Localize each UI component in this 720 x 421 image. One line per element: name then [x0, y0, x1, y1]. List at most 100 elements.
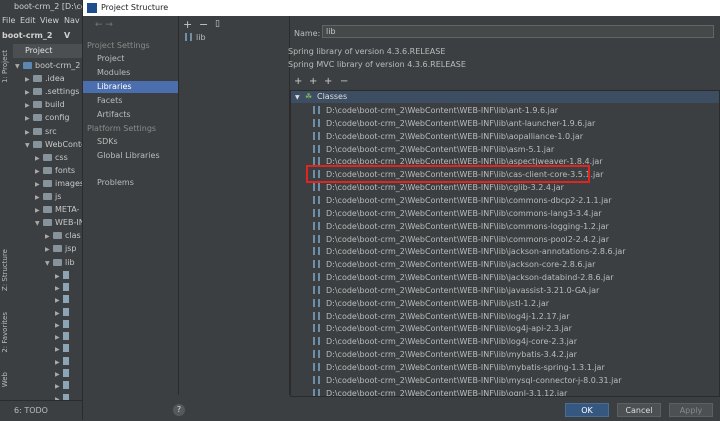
jar-row[interactable]: D:\code\boot-crm_2\WebContent\WEB-INF\li… [313, 388, 567, 396]
tree-item[interactable]: ▶ config [25, 113, 69, 125]
jar-row[interactable]: D:\code\boot-crm_2\WebContent\WEB-INF\li… [313, 298, 549, 311]
chevron-right-icon[interactable]: ▶ [55, 334, 63, 341]
copy-library-icon[interactable]: ▯ [215, 19, 220, 29]
tree-item[interactable]: ▶ src [25, 127, 57, 139]
help-button[interactable]: ? [173, 404, 185, 416]
jar-row[interactable]: D:\code\boot-crm_2\WebContent\WEB-INF\li… [313, 260, 595, 272]
chevron-right-icon[interactable]: ▶ [55, 359, 63, 366]
tree-item-jar[interactable]: ▶ [55, 381, 72, 393]
back-forward-arrows-icon[interactable]: ← → [95, 20, 113, 30]
chevron-right-icon[interactable]: ▶ [35, 168, 43, 175]
jar-row[interactable]: D:\code\boot-crm_2\WebContent\WEB-INF\li… [313, 106, 558, 118]
chevron-right-icon[interactable]: ▶ [25, 129, 33, 136]
jar-row[interactable]: D:\code\boot-crm_2\WebContent\WEB-INF\li… [313, 350, 577, 362]
chevron-down-icon[interactable]: ▼ [45, 260, 53, 267]
jar-row[interactable]: D:\code\boot-crm_2\WebContent\WEB-INF\li… [313, 311, 570, 324]
nav-item-facets[interactable]: Facets [83, 95, 178, 107]
chevron-right-icon[interactable]: ▶ [35, 194, 43, 201]
nav-item-modules[interactable]: Modules [83, 67, 178, 79]
tree-item[interactable]: ▶ css [35, 153, 68, 165]
breadcrumb-folder[interactable]: V [64, 31, 70, 40]
jar-row[interactable]: D:\code\boot-crm_2\WebContent\WEB-INF\li… [313, 363, 605, 375]
chevron-right-icon[interactable]: ▶ [55, 346, 63, 353]
tree-item-jar[interactable]: ▶ [55, 295, 72, 307]
chevron-down-icon[interactable]: ▼ [25, 142, 33, 149]
chevron-down-icon[interactable]: ▼ [35, 220, 43, 227]
tab-project-tool[interactable]: 1: Project [1, 50, 9, 83]
menu-file[interactable]: File [2, 16, 15, 25]
tree-item[interactable]: ▶ .settings [25, 87, 79, 99]
chevron-right-icon[interactable]: ▶ [45, 246, 53, 253]
chevron-right-icon[interactable]: ▶ [45, 233, 53, 240]
nav-item-global-libraries[interactable]: Global Libraries [83, 150, 178, 162]
nav-item-libraries[interactable]: Libraries [83, 81, 178, 93]
nav-item-sdks[interactable]: SDKs [83, 136, 178, 148]
tree-item-jar[interactable]: ▶ [55, 307, 72, 320]
tree-item-jar[interactable]: ▶ [55, 369, 72, 381]
jar-row[interactable]: D:\code\boot-crm_2\WebContent\WEB-INF\li… [313, 221, 609, 234]
chevron-right-icon[interactable]: ▶ [55, 297, 63, 304]
tree-item-jar[interactable]: ▶ [55, 282, 72, 295]
tree-item[interactable]: ▶ .idea [25, 74, 65, 86]
jar-row[interactable]: D:\code\boot-crm_2\WebContent\WEB-INF\li… [313, 234, 609, 247]
menu-view[interactable]: View [40, 16, 59, 25]
tree-item[interactable]: ▶ clas [45, 231, 81, 243]
chevron-right-icon[interactable]: ▶ [55, 285, 63, 292]
nav-item-project[interactable]: Project [83, 53, 178, 65]
jar-row[interactable]: D:\code\boot-crm_2\WebContent\WEB-INF\li… [313, 208, 602, 221]
jar-row[interactable]: D:\code\boot-crm_2\WebContent\WEB-INF\li… [313, 273, 614, 285]
tree-item[interactable]: ▶ jsp [45, 244, 76, 256]
menu-edit[interactable]: Edit [20, 16, 36, 25]
tree-item[interactable]: ▶ images [35, 179, 82, 191]
tree-item[interactable]: ▶ META- [35, 205, 79, 217]
chevron-right-icon[interactable]: ▶ [55, 273, 63, 280]
add-jar-button[interactable]: + [309, 76, 317, 87]
chevron-right-icon[interactable]: ▶ [55, 310, 63, 317]
breadcrumb-project[interactable]: boot-crm_2 [2, 31, 52, 40]
chevron-right-icon[interactable]: ▶ [55, 383, 63, 390]
jar-row[interactable]: D:\code\boot-crm_2\WebContent\WEB-INF\li… [313, 324, 572, 336]
project-view-dropdown[interactable]: Project [13, 44, 82, 58]
classes-node[interactable]: ▼ ☘ Classes [291, 91, 719, 103]
tree-item-jar[interactable]: ▶ [55, 319, 72, 332]
chevron-right-icon[interactable]: ▶ [25, 89, 33, 96]
nav-item-artifacts[interactable]: Artifacts [83, 109, 178, 121]
expand-arrow-icon[interactable]: ▼ [295, 94, 300, 101]
jar-row[interactable]: D:\code\boot-crm_2\WebContent\WEB-INF\li… [313, 183, 564, 195]
tree-item-jar[interactable]: ▶ [55, 332, 72, 344]
tree-item[interactable]: ▼ lib [45, 258, 75, 270]
tab-favorites-tool[interactable]: 2: Favorites [1, 312, 9, 353]
add-library-button[interactable]: + [183, 18, 192, 31]
apply-button[interactable]: Apply [669, 403, 713, 417]
tab-web-tool[interactable]: Web [1, 372, 9, 387]
jar-row[interactable]: D:\code\boot-crm_2\WebContent\WEB-INF\li… [313, 195, 612, 208]
chevron-right-icon[interactable]: ▶ [35, 207, 43, 214]
jar-row[interactable]: D:\code\boot-crm_2\WebContent\WEB-INF\li… [313, 337, 577, 349]
tree-item[interactable]: ▼ WEB-IN [35, 218, 82, 230]
tree-item[interactable]: ▶ fonts [35, 166, 75, 178]
chevron-right-icon[interactable]: ▶ [55, 322, 63, 329]
chevron-right-icon[interactable]: ▶ [55, 371, 63, 378]
library-name-input[interactable] [322, 25, 714, 38]
chevron-right-icon[interactable]: ▶ [35, 155, 43, 162]
remove-library-button[interactable]: − [199, 18, 208, 31]
tree-item[interactable]: ▶ build [25, 100, 65, 112]
add-classes-button[interactable]: + [294, 76, 302, 87]
nav-item-problems[interactable]: Problems [83, 177, 178, 189]
chevron-right-icon[interactable]: ▶ [25, 102, 33, 109]
tree-item-jar[interactable]: ▶ [55, 356, 72, 369]
jar-row[interactable]: D:\code\boot-crm_2\WebContent\WEB-INF\li… [313, 285, 599, 298]
jar-row[interactable]: D:\code\boot-crm_2\WebContent\WEB-INF\li… [313, 131, 583, 144]
chevron-down-icon[interactable]: ▼ [15, 63, 23, 70]
todo-tool-tab[interactable]: 6: TODO [14, 406, 48, 415]
jar-row[interactable]: D:\code\boot-crm_2\WebContent\WEB-INF\li… [313, 144, 554, 157]
menu-navigate[interactable]: Nav [64, 16, 80, 25]
cancel-button[interactable]: Cancel [617, 403, 661, 417]
chevron-right-icon[interactable]: ▶ [35, 181, 43, 188]
tree-item[interactable]: ▼ WebConte [25, 140, 82, 152]
library-item-lib[interactable]: lib [185, 33, 285, 45]
tree-item-jar[interactable]: ▶ [55, 270, 72, 283]
attach-files-button[interactable]: + [324, 76, 332, 87]
chevron-right-icon[interactable]: ▶ [25, 76, 33, 83]
tree-item[interactable]: ▶ js [35, 192, 61, 204]
